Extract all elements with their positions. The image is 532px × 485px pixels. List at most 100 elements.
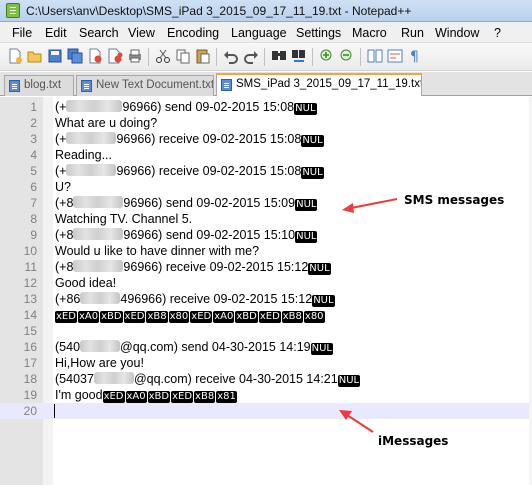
menu-search[interactable]: Search [79, 26, 119, 40]
print-icon[interactable] [126, 47, 144, 65]
line-text[interactable]: Watching TV. Channel 5. [55, 212, 192, 226]
editor-line[interactable]: 1 (+ 96966) send 09-02-2015 15:08NUL [0, 99, 532, 115]
line-text[interactable]: (540 @qq.com) send 04-30-2015 14:19NUL [55, 340, 334, 355]
menu-run[interactable]: Run [401, 26, 424, 40]
menu-encoding[interactable]: Encoding [167, 26, 219, 40]
notepad-plus-plus-icon [6, 3, 20, 18]
redacted-blur [66, 132, 117, 144]
line-text[interactable]: Reading... [55, 148, 112, 162]
control-char-badge: xED [258, 311, 281, 323]
line-text[interactable]: (+8 96966) receive 09-02-2015 15:12NUL [55, 260, 332, 275]
editor-line[interactable]: 16 (540 @qq.com) send 04-30-2015 14:19NUL [0, 339, 532, 355]
replace-icon[interactable] [290, 47, 308, 65]
menu-window[interactable]: Window [435, 26, 479, 40]
control-char-badge: NUL [310, 343, 333, 355]
save-all-icon[interactable] [66, 47, 84, 65]
control-char-badge: NUL [308, 263, 331, 275]
text-run: Hi,How are you! [55, 356, 144, 370]
save-icon[interactable] [46, 47, 64, 65]
close-icon[interactable] [86, 47, 104, 65]
zoom-out-icon[interactable] [338, 47, 356, 65]
editor-line[interactable]: 19 I'm goodxED xA0 xBD xED xB8 x81 [0, 387, 532, 403]
line-text[interactable]: Hi,How are you! [55, 356, 144, 370]
text-run: (+ [55, 100, 67, 114]
line-text[interactable]: (+ 96966) send 09-02-2015 15:08NUL [55, 100, 318, 115]
editor-line[interactable]: 8 Watching TV. Channel 5. [0, 211, 532, 227]
text-run: 96966) send 09-02-2015 15:08 [122, 100, 295, 114]
find-icon[interactable] [270, 47, 288, 65]
text-run: U? [55, 180, 71, 194]
line-number: 16 [23, 340, 37, 354]
redacted-blur [80, 292, 121, 304]
menu-macro[interactable]: Macro [352, 26, 387, 40]
menu-help[interactable]: ? [494, 26, 501, 40]
line-number: 15 [23, 324, 37, 338]
line-text[interactable]: U? [55, 180, 71, 194]
line-text[interactable]: (+8 96966) send 09-02-2015 15:09NUL [55, 196, 318, 211]
line-number: 2 [30, 116, 37, 130]
control-char-badge: xED [123, 311, 146, 323]
line-text[interactable]: Good idea! [55, 276, 116, 290]
line-text[interactable]: Would u like to have dinner with me? [55, 244, 259, 258]
editor-line[interactable]: 9 (+8 96966) send 09-02-2015 15:10NUL [0, 227, 532, 243]
redo-icon[interactable] [242, 47, 260, 65]
text-run: (+86 [55, 292, 81, 306]
line-text[interactable]: (+86 496966) receive 09-02-2015 15:12NUL [55, 292, 336, 307]
line-number: 10 [23, 244, 37, 258]
editor-line[interactable]: 14 xED xA0 xBD xED xB8 x80 xED xA0 xBD xED xB8 x80 [0, 307, 532, 323]
line-text[interactable]: I'm goodxED xA0 xBD xED xB8 x81 [55, 388, 238, 403]
editor-line[interactable]: 18 (54037 @qq.com) receive 04-30-2015 14:2… [0, 371, 532, 387]
editor-line[interactable]: 4 Reading... [0, 147, 532, 163]
sync-scroll-icon[interactable] [366, 47, 384, 65]
open-file-icon[interactable] [26, 47, 44, 65]
control-char-badge: xED [55, 311, 77, 323]
line-text[interactable]: (+8 96966) send 09-02-2015 15:10NUL [55, 228, 318, 243]
control-char-badge: xB8 [146, 311, 168, 323]
line-text[interactable]: (+ 96966) receive 09-02-2015 15:08NUL [55, 164, 325, 179]
editor-line[interactable]: 17 Hi,How are you! [0, 355, 532, 371]
editor-line[interactable]: 11 (+8 96966) receive 09-02-2015 15:12NUL [0, 259, 532, 275]
line-number: 14 [23, 308, 37, 322]
menu-edit[interactable]: Edit [45, 26, 67, 40]
menu-language[interactable]: Language [231, 26, 287, 40]
zoom-in-icon[interactable] [318, 47, 336, 65]
editor-line[interactable]: 15 [0, 323, 532, 339]
line-text[interactable]: What are u doing? [55, 116, 157, 130]
editor-line[interactable]: 13 (+86 496966) receive 09-02-2015 15:12NU… [0, 291, 532, 307]
show-all-chars-icon[interactable]: ¶ [406, 47, 424, 65]
editor-line[interactable]: 12 Good idea! [0, 275, 532, 291]
undo-icon[interactable] [222, 47, 240, 65]
control-char-badge: NUL [312, 295, 335, 307]
line-text[interactable]: xED xA0 xBD xED xB8 x80 xED xA0 xBD xED xB8 x80 [55, 308, 326, 323]
control-char-badge: xA0 [125, 391, 147, 403]
text-run: (+ [55, 132, 67, 146]
copy-icon[interactable] [174, 47, 192, 65]
line-text[interactable]: (54037 @qq.com) receive 04-30-2015 14:21N… [55, 372, 361, 387]
editor[interactable]: 1 (+ 96966) send 09-02-2015 15:08NUL 2 What … [0, 97, 532, 485]
wrap-icon[interactable] [386, 47, 404, 65]
line-number: 3 [30, 132, 37, 146]
text-run: Watching TV. Channel 5. [55, 212, 193, 226]
editor-line[interactable]: 3 (+ 96966) receive 09-02-2015 15:08NUL [0, 131, 532, 147]
current-line[interactable]: 20 [0, 403, 532, 419]
menu-settings[interactable]: Settings [296, 26, 341, 40]
line-text[interactable]: (+ 96966) receive 09-02-2015 15:08NUL [55, 132, 325, 147]
menu-view[interactable]: View [128, 26, 155, 40]
menu-file[interactable]: File [12, 26, 32, 40]
tab-label: blog.txt [24, 79, 62, 91]
tab-new-text-document[interactable]: New Text Document.txt [76, 75, 214, 96]
editor-line[interactable]: 5 (+ 96966) receive 09-02-2015 15:08NUL [0, 163, 532, 179]
editor-line[interactable]: 10 Would u like to have dinner with me? [0, 243, 532, 259]
text-run: 96966) receive 09-02-2015 15:08 [116, 132, 302, 146]
text-run: (+8 [55, 260, 74, 274]
menu-bar: File Edit Search View Encoding Language … [0, 22, 532, 43]
control-char-badge: xED [171, 391, 194, 403]
tab-sms-ipad[interactable]: SMS_iPad 3_2015_09_17_11_19.txt [216, 73, 422, 96]
tab-blog-txt[interactable]: blog.txt [4, 75, 74, 96]
cut-icon[interactable] [154, 47, 172, 65]
paste-icon[interactable] [194, 47, 212, 65]
editor-line[interactable]: 2 What are u doing? [0, 115, 532, 131]
control-char-badge: NUL [295, 231, 318, 243]
new-file-icon[interactable] [6, 47, 24, 65]
close-all-icon[interactable] [106, 47, 124, 65]
